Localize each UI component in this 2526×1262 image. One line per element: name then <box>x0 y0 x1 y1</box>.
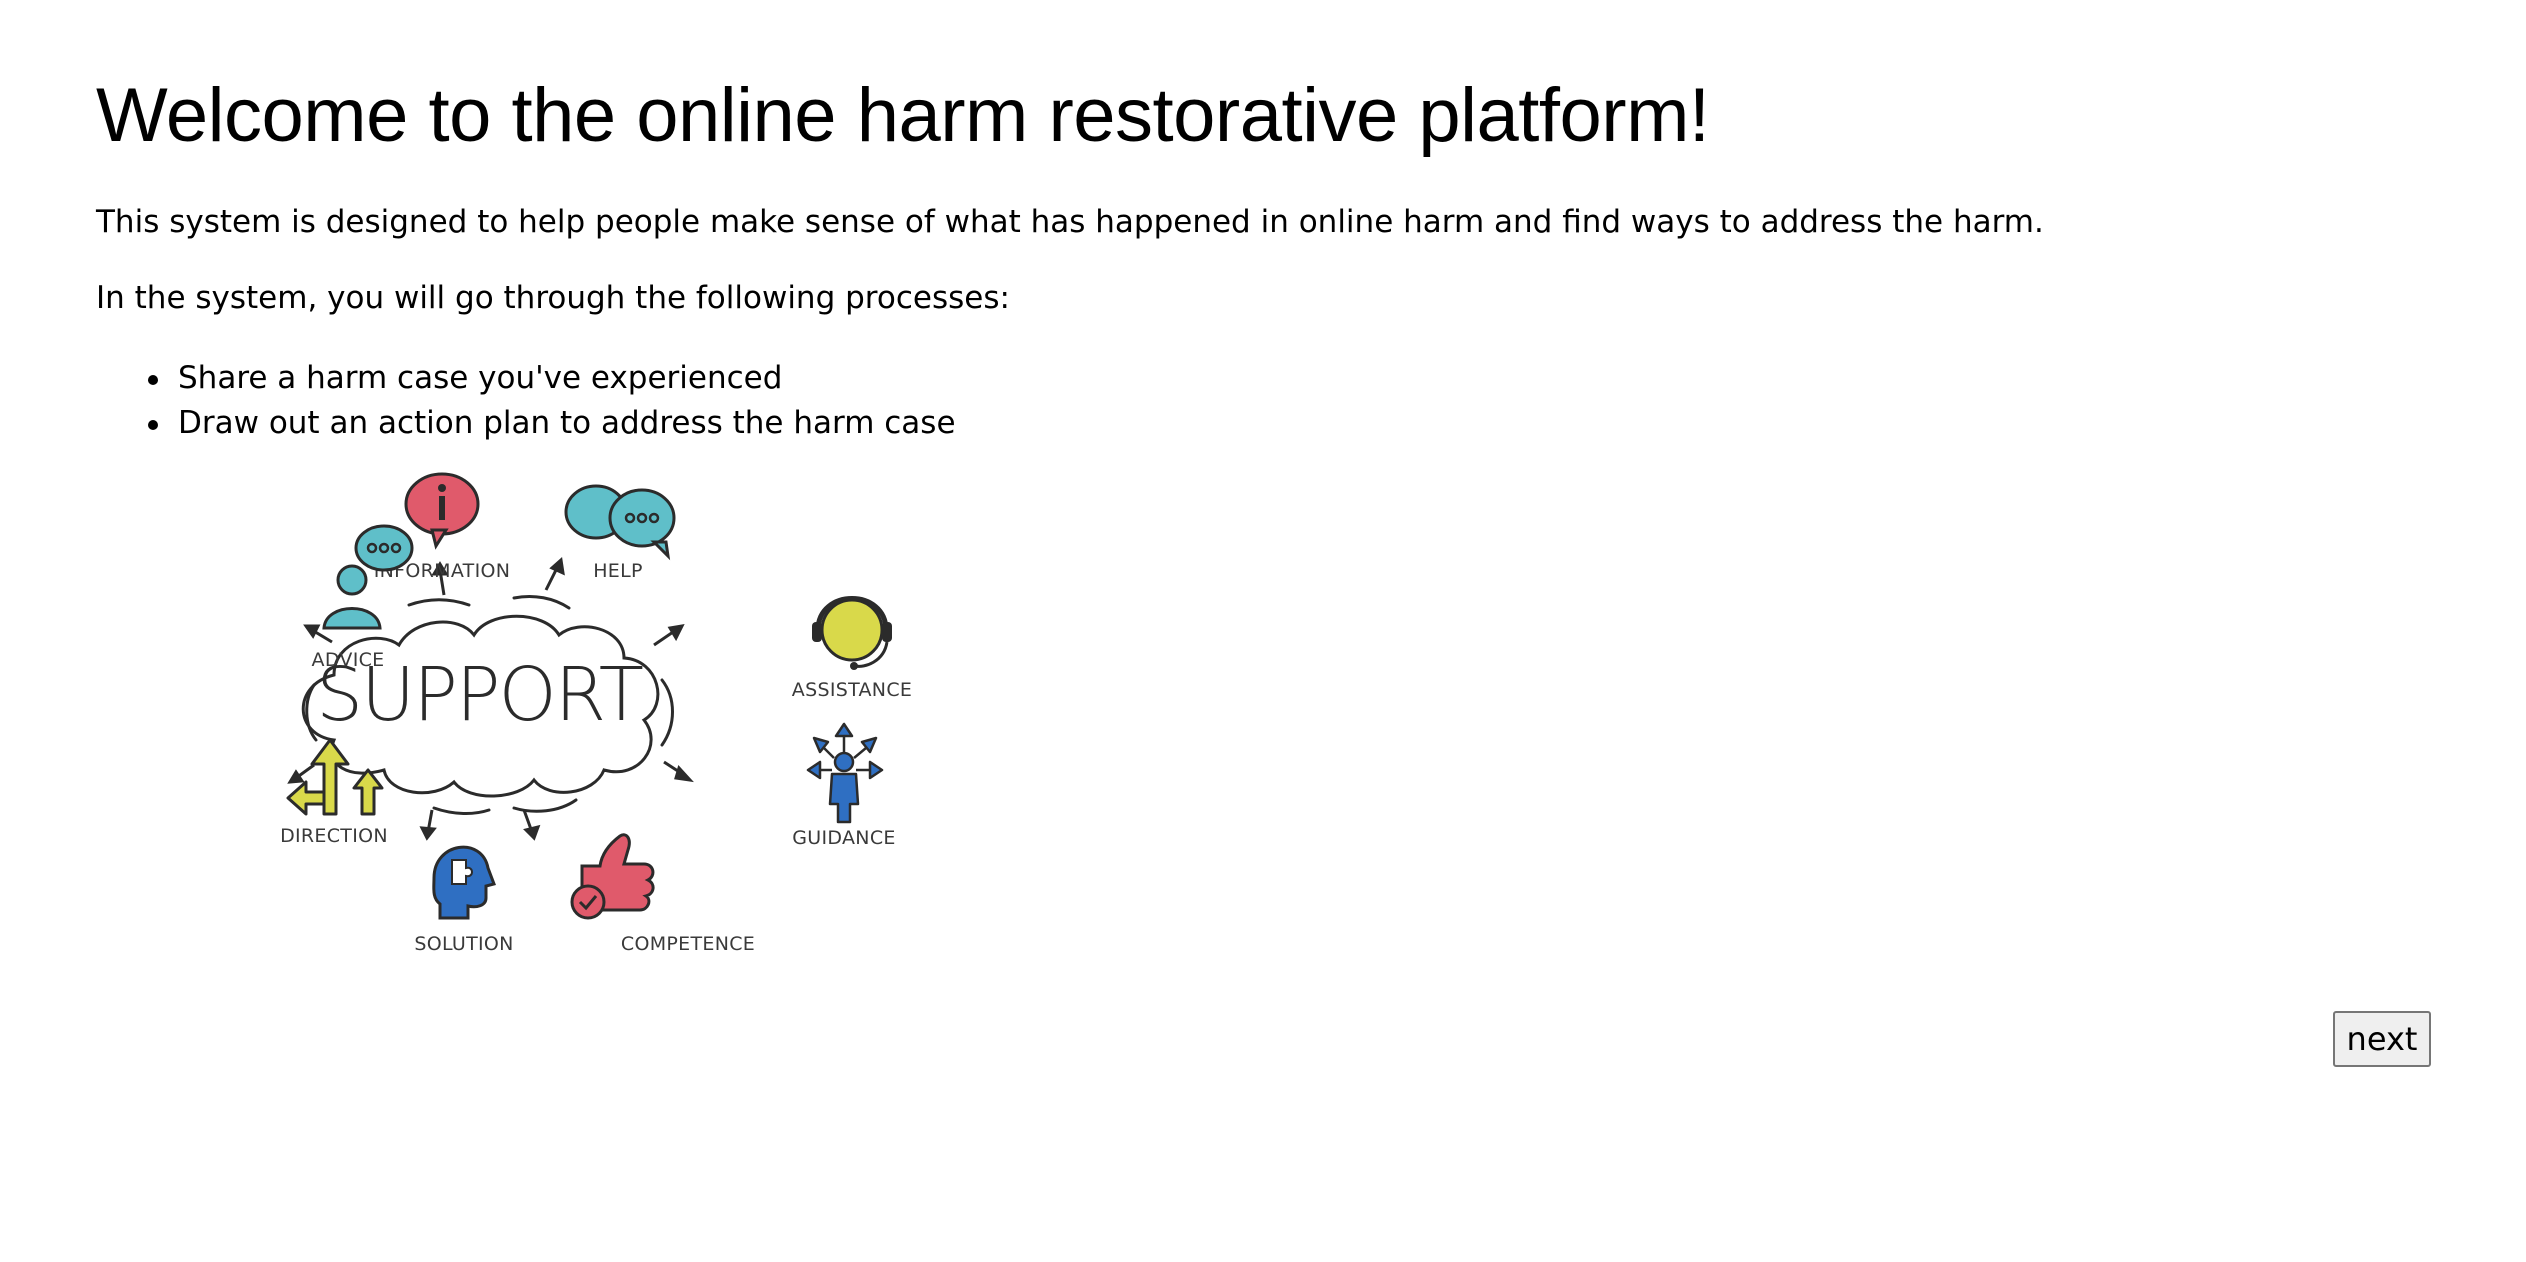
label-guidance: GUIDANCE <box>792 827 895 849</box>
support-illustration: SUPPORT INFORMATION HELP ADVICE ASSISTAN… <box>184 470 924 970</box>
welcome-page: Welcome to the online harm restorative p… <box>96 0 2430 1262</box>
competence-icon <box>570 833 655 920</box>
intro-paragraph: This system is designed to help people m… <box>96 204 2044 240</box>
assistance-icon <box>812 596 892 670</box>
step-text: Draw out an action plan to address the h… <box>178 405 956 441</box>
label-direction: DIRECTION <box>280 825 388 847</box>
next-button[interactable]: next <box>2333 1011 2431 1067</box>
information-icon <box>404 472 480 550</box>
bullet-icon <box>148 420 158 430</box>
help-icon <box>564 484 676 561</box>
support-illustration-svg: SUPPORT INFORMATION HELP ADVICE ASSISTAN… <box>280 472 912 955</box>
label-assistance: ASSISTANCE <box>792 679 912 701</box>
list-item: Share a harm case you've experienced <box>96 356 956 401</box>
label-advice: ADVICE <box>312 649 385 671</box>
bullet-icon <box>148 375 158 385</box>
list-item: Draw out an action plan to address the h… <box>96 401 956 446</box>
process-lead: In the system, you will go through the f… <box>96 280 1010 316</box>
label-solution: SOLUTION <box>414 933 513 955</box>
process-steps-list: Share a harm case you've experienced Dra… <box>96 356 956 446</box>
solution-icon <box>432 845 496 920</box>
page-title: Welcome to the online harm restorative p… <box>96 73 1710 158</box>
label-help: HELP <box>593 560 643 582</box>
guidance-icon <box>806 722 884 824</box>
step-text: Share a harm case you've experienced <box>178 360 783 396</box>
label-competence: COMPETENCE <box>621 933 755 955</box>
